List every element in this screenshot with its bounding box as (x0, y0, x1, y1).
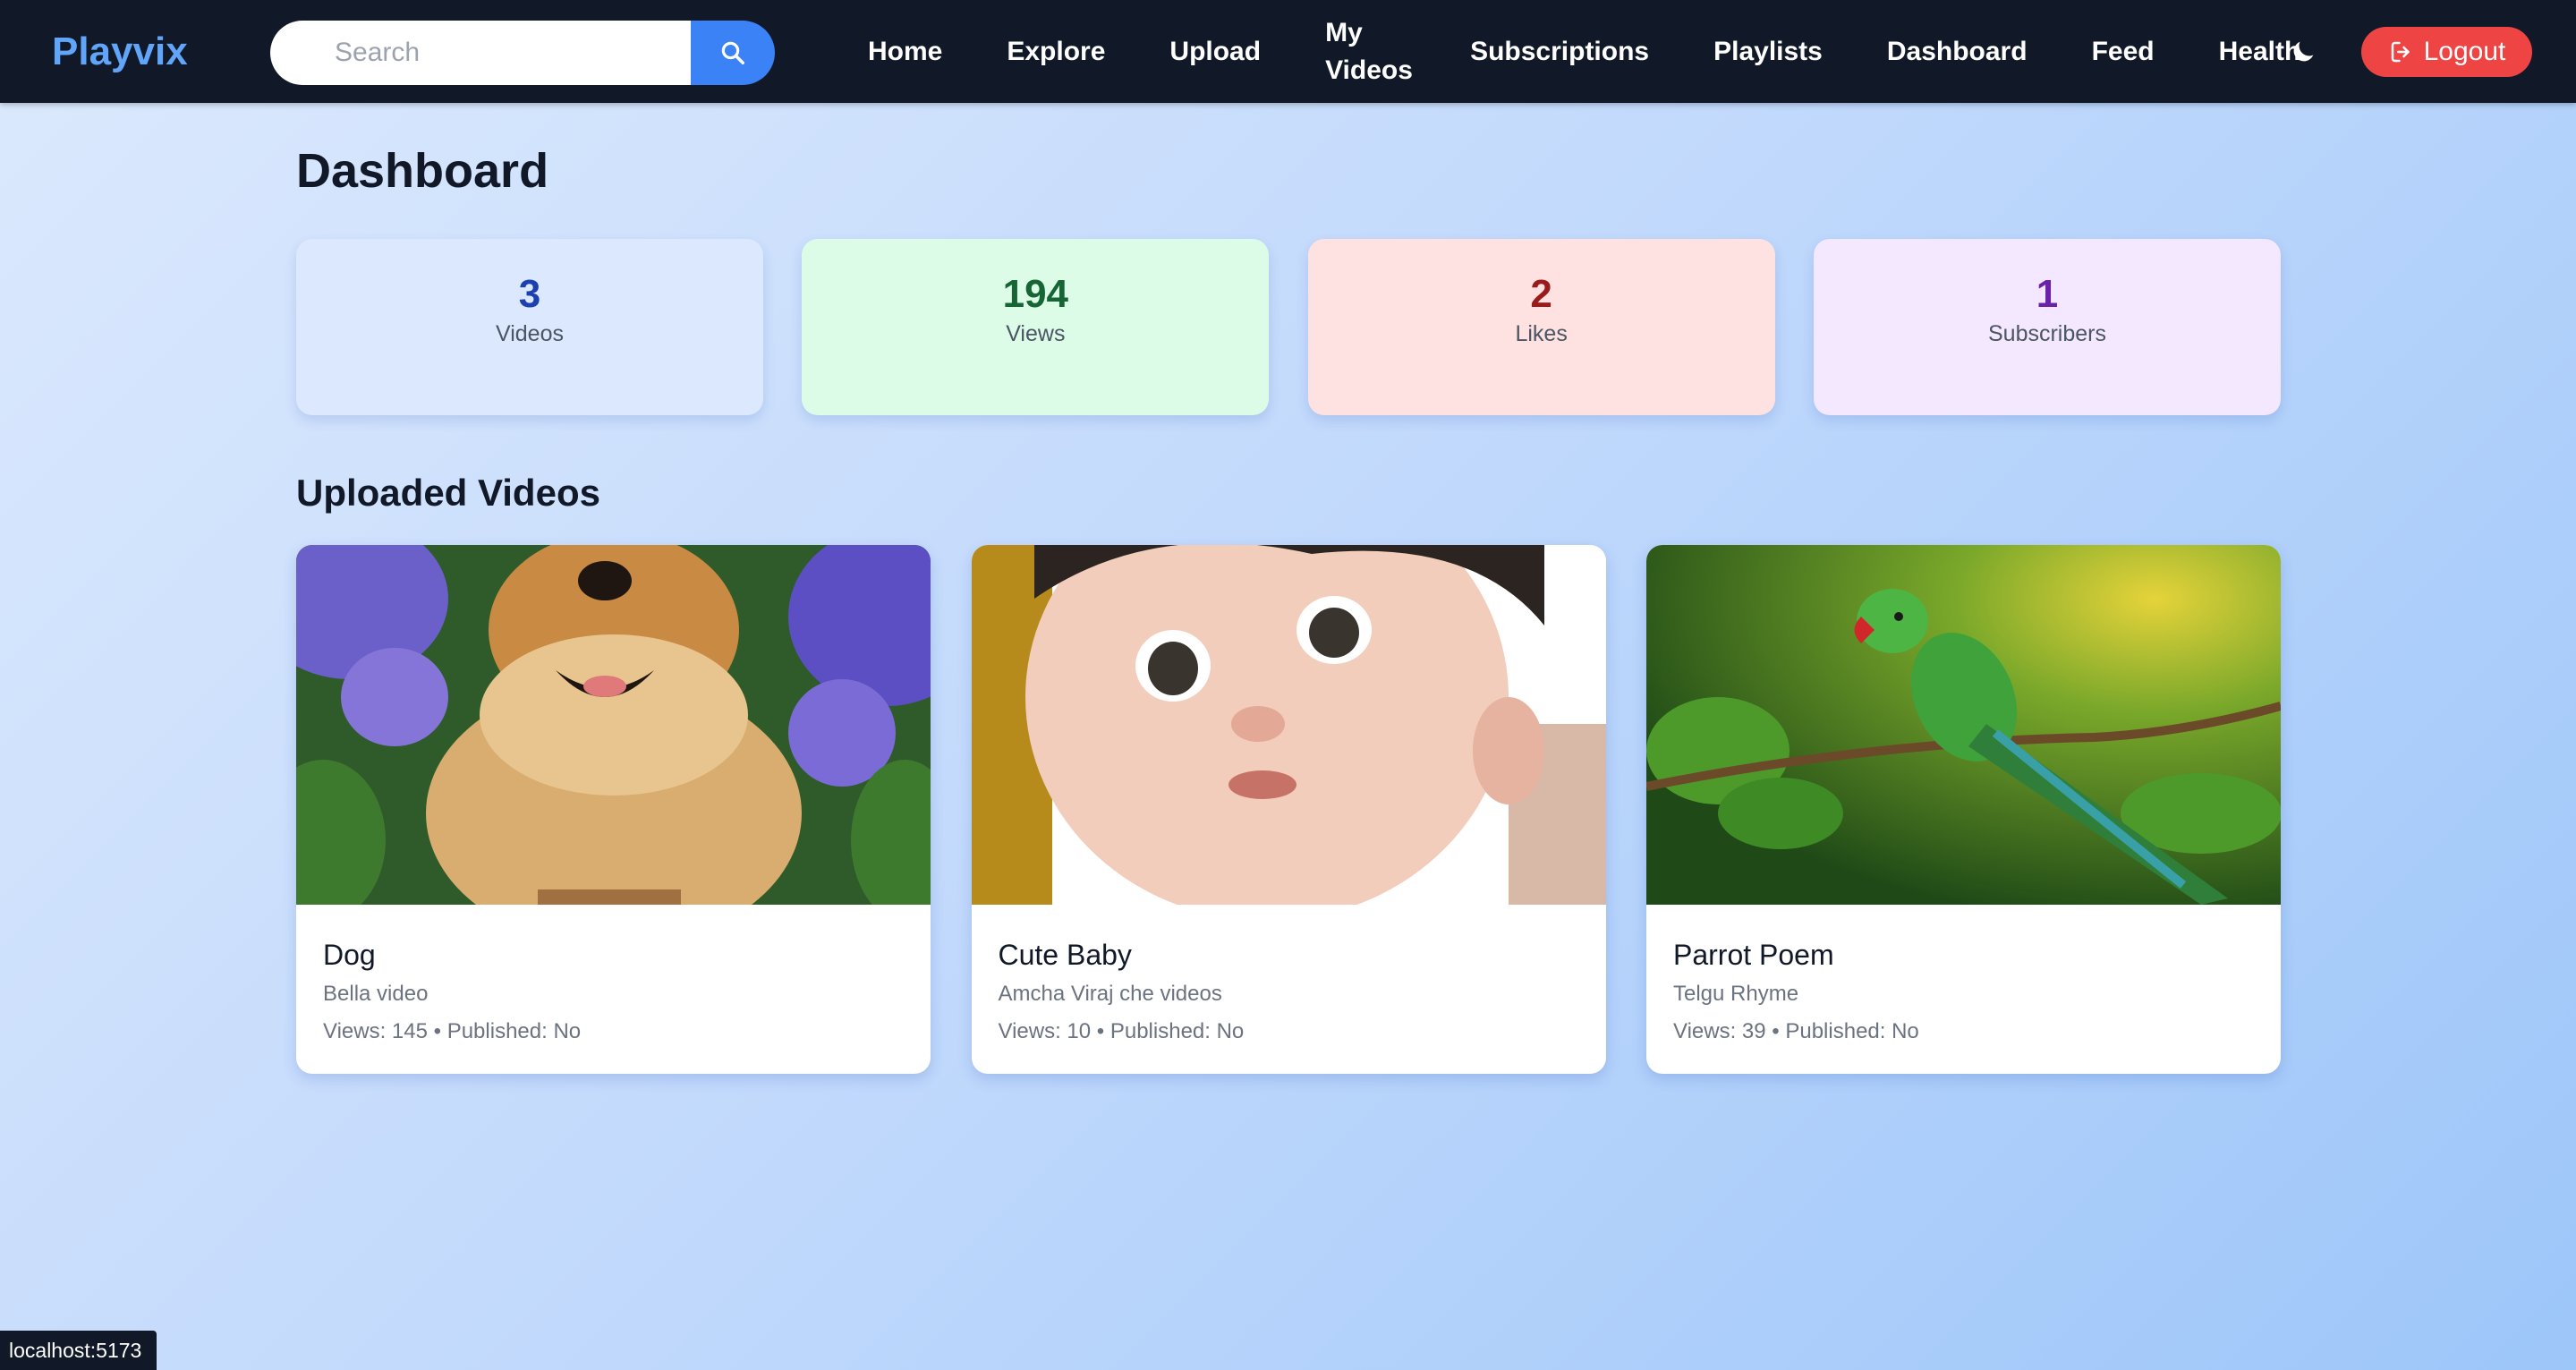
stat-value: 1 (2036, 272, 2059, 316)
stat-label: Subscribers (1987, 321, 2106, 346)
nav-explore[interactable]: Explore (1007, 33, 1105, 71)
page-title: Dashboard (296, 144, 549, 198)
stat-label: Views (1006, 321, 1066, 346)
theme-toggle-button[interactable] (2283, 32, 2323, 72)
search-icon (721, 41, 744, 64)
video-description: Bella video (323, 982, 429, 1006)
video-info: Cute Baby Amcha Viraj che videos Views: … (972, 905, 1606, 1046)
logout-icon (2391, 41, 2410, 63)
video-card[interactable]: Parrot Poem Telgu Rhyme Views: 39 • Publ… (1646, 545, 2281, 1074)
video-info: Dog Bella video Views: 145 • Published: … (296, 905, 931, 1046)
nav-home[interactable]: Home (868, 33, 942, 71)
main-nav: Home Explore Upload My Videos Subscripti… (868, 0, 2365, 103)
video-card[interactable]: Cute Baby Amcha Viraj che videos Views: … (971, 545, 1606, 1074)
moon-icon (2293, 41, 2314, 62)
brand-logo[interactable]: Playvix (52, 0, 188, 103)
section-title-uploaded-videos: Uploaded Videos (296, 472, 600, 514)
stat-label: Likes (1515, 321, 1568, 346)
video-thumbnail-parrot-poem[interactable] (1646, 545, 2281, 905)
search-input[interactable] (270, 21, 691, 85)
video-title[interactable]: Dog (323, 937, 904, 973)
video-description: Telgu Rhyme (1673, 982, 1799, 1006)
stats-row: 3 Videos 194 Views 2 Likes 1 Subscribers (296, 239, 2281, 415)
nav-dashboard[interactable]: Dashboard (1887, 33, 2028, 71)
video-meta: Views: 39 • Published: No (1673, 1019, 1919, 1043)
stat-value: 3 (518, 272, 541, 316)
stat-value: 194 (1002, 272, 1069, 316)
video-meta: Views: 10 • Published: No (998, 1019, 1245, 1043)
search-bar (270, 21, 775, 85)
search-button[interactable] (691, 21, 775, 85)
video-description: Amcha Viraj che videos (998, 982, 1222, 1006)
nav-upload[interactable]: Upload (1169, 33, 1261, 71)
nav-my-videos[interactable]: My Videos (1325, 14, 1413, 89)
video-thumbnail-dog[interactable] (296, 545, 931, 905)
logout-label: Logout (2423, 37, 2506, 66)
stat-card-likes: 2 Likes (1307, 239, 1775, 415)
nav-playlists[interactable]: Playlists (1713, 33, 1823, 71)
video-card[interactable]: Dog Bella video Views: 145 • Published: … (296, 545, 931, 1074)
stat-card-videos: 3 Videos (296, 239, 763, 415)
video-title[interactable]: Cute Baby (999, 937, 1579, 973)
video-meta: Views: 145 • Published: No (323, 1019, 582, 1043)
nav-feed[interactable]: Feed (2092, 33, 2155, 71)
video-title[interactable]: Parrot Poem (1673, 937, 2254, 973)
top-navbar: Playvix Home Explore Upload My Videos Su… (0, 0, 2576, 103)
stat-value: 2 (1530, 272, 1552, 316)
video-thumbnail-cute-baby[interactable] (971, 545, 1606, 905)
stat-card-views: 194 Views (802, 239, 1270, 415)
browser-status-url: localhost:5173 (0, 1331, 157, 1370)
stat-card-subscribers: 1 Subscribers (1813, 239, 2281, 415)
video-grid: Dog Bella video Views: 145 • Published: … (296, 545, 2281, 1074)
video-info: Parrot Poem Telgu Rhyme Views: 39 • Publ… (1646, 905, 2281, 1046)
nav-subscriptions[interactable]: Subscriptions (1470, 33, 1649, 71)
stat-label: Videos (496, 321, 564, 346)
logout-button[interactable]: Logout (2361, 27, 2532, 77)
